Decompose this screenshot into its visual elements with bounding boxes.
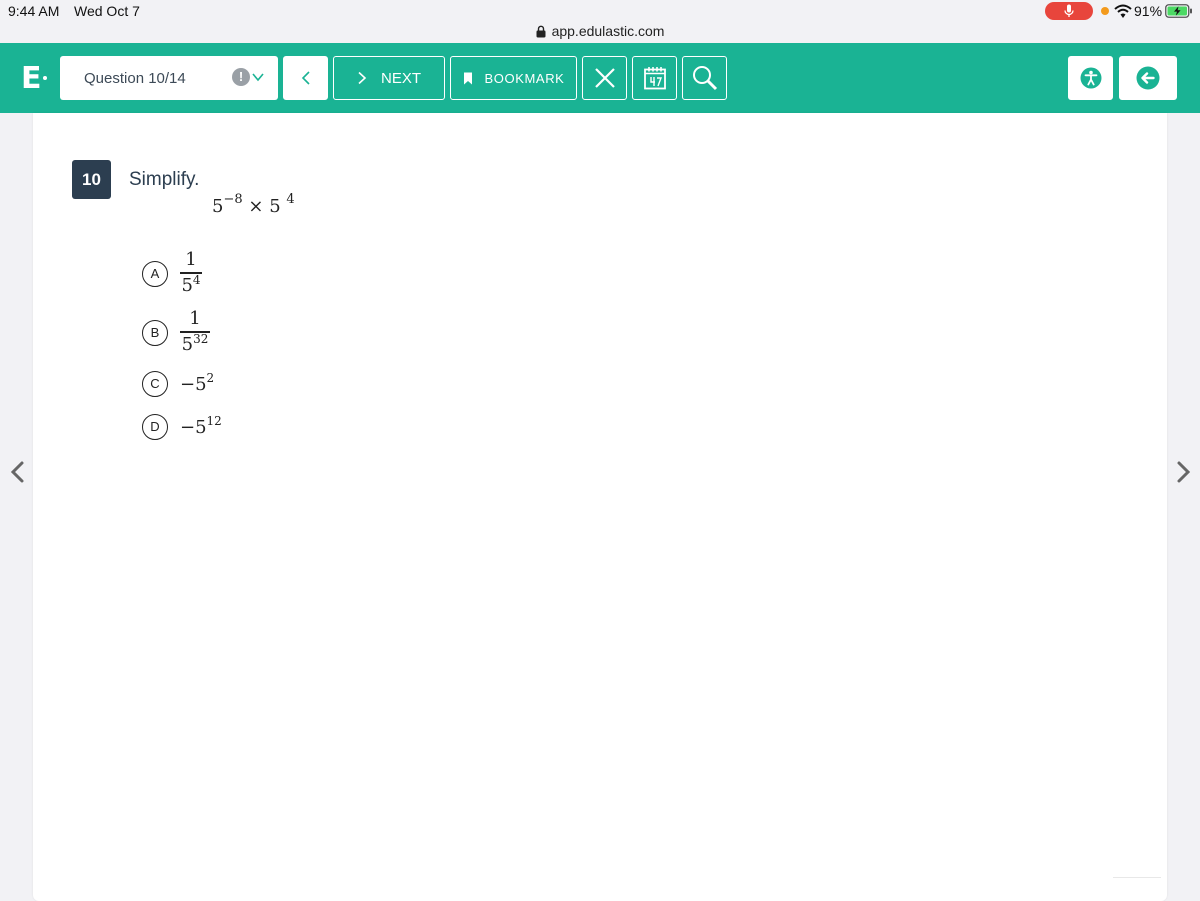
chevron-right-icon bbox=[358, 71, 367, 85]
assessment-toolbar: E Question 10/14 ! NEXT BOOKMARK bbox=[0, 43, 1200, 113]
status-date: Wed Oct 7 bbox=[74, 3, 140, 19]
arrow-left-icon bbox=[1136, 66, 1160, 90]
next-button-label: NEXT bbox=[380, 69, 421, 87]
status-time: 9:44 AM bbox=[8, 3, 60, 19]
scratchpad-calendar-icon bbox=[643, 67, 666, 90]
close-x-icon bbox=[594, 68, 615, 88]
side-previous-arrow-icon[interactable] bbox=[8, 460, 26, 484]
bookmark-button-label: BOOKMARK bbox=[484, 70, 565, 86]
option-d-value[interactable]: −512 bbox=[180, 414, 222, 438]
option-a-value[interactable]: 1 54 bbox=[180, 249, 202, 298]
privacy-indicator-dot bbox=[1101, 7, 1109, 15]
question-selector[interactable]: Question 10/14 ! bbox=[60, 56, 278, 100]
magnifier-icon bbox=[692, 66, 717, 91]
option-d-radio[interactable]: D bbox=[142, 414, 168, 440]
option-a-radio[interactable]: A bbox=[142, 261, 168, 287]
eliminator-button[interactable] bbox=[582, 56, 627, 100]
url-text: app.edulastic.com bbox=[551, 23, 665, 39]
magnifier-button[interactable] bbox=[682, 56, 727, 100]
battery-charging-icon bbox=[1165, 4, 1192, 18]
address-bar[interactable]: app.edulastic.com bbox=[0, 20, 1200, 42]
edulastic-logo: E bbox=[21, 61, 42, 96]
wifi-icon bbox=[1114, 4, 1132, 18]
next-button[interactable]: NEXT bbox=[333, 56, 445, 100]
logo-dot bbox=[43, 76, 47, 80]
alert-icon: ! bbox=[232, 68, 250, 86]
chevron-down-icon bbox=[252, 73, 264, 82]
option-b-value[interactable]: 1 532 bbox=[180, 308, 210, 357]
question-prompt: Simplify. bbox=[129, 169, 200, 190]
scratchpad-button[interactable] bbox=[632, 56, 677, 100]
option-c-radio[interactable]: C bbox=[142, 371, 168, 397]
option-b-radio[interactable]: B bbox=[142, 320, 168, 346]
question-number-badge: 10 bbox=[72, 160, 111, 199]
accessibility-button[interactable] bbox=[1068, 56, 1113, 100]
battery-percentage: 91% bbox=[1134, 3, 1163, 19]
bookmark-button[interactable]: BOOKMARK bbox=[450, 56, 577, 100]
chevron-left-icon bbox=[301, 71, 310, 85]
question-card bbox=[33, 113, 1167, 901]
microphone-icon bbox=[1045, 2, 1093, 20]
side-next-arrow-icon[interactable] bbox=[1175, 460, 1193, 484]
lock-icon bbox=[536, 25, 546, 37]
card-corner-divider bbox=[1113, 877, 1161, 878]
accessibility-icon bbox=[1080, 67, 1101, 89]
bookmark-icon bbox=[463, 72, 472, 84]
question-expression: 5−8 × 5 4 bbox=[212, 192, 295, 217]
question-selector-label: Question 10/14 bbox=[84, 70, 186, 87]
option-c-value[interactable]: −52 bbox=[180, 371, 214, 395]
previous-button[interactable] bbox=[283, 56, 328, 100]
exit-button[interactable] bbox=[1119, 56, 1177, 100]
